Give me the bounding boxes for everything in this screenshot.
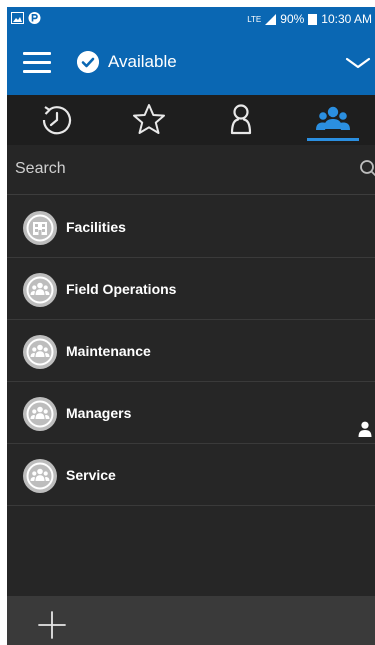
- image-icon: [11, 12, 24, 24]
- group-name: Facilities: [66, 219, 126, 235]
- group-name: Service: [66, 467, 116, 483]
- app-header: Available: [7, 33, 375, 95]
- battery-icon: [308, 13, 318, 25]
- signal-icon: [265, 13, 277, 25]
- star-icon: [133, 104, 165, 134]
- list-item-field-operations[interactable]: Field Operations: [7, 258, 375, 320]
- list-item-facilities[interactable]: Facilities: [7, 196, 375, 258]
- search-bar: [7, 145, 375, 195]
- group-icon: [316, 106, 350, 130]
- group-name: Managers: [66, 405, 132, 421]
- group-icon: [23, 273, 57, 307]
- group-icon: [23, 397, 57, 431]
- chevron-down-icon[interactable]: [345, 53, 371, 73]
- group-icon: [23, 459, 57, 493]
- p-badge-icon: [28, 12, 41, 24]
- search-icon[interactable]: [359, 159, 375, 179]
- tab-groups[interactable]: [287, 95, 375, 145]
- tab-recent[interactable]: [11, 95, 103, 145]
- facility-group-icon: [23, 211, 57, 245]
- network-type: LTE: [247, 14, 262, 24]
- tab-contacts[interactable]: [195, 95, 287, 145]
- person-icon: [358, 421, 372, 437]
- battery-percent: 90%: [280, 12, 305, 26]
- add-icon[interactable]: [37, 610, 67, 640]
- list-item-managers[interactable]: Managers: [7, 382, 375, 444]
- menu-icon[interactable]: [23, 52, 51, 74]
- tab-favorites[interactable]: [103, 95, 195, 145]
- group-name: Maintenance: [66, 343, 151, 359]
- group-name: Field Operations: [66, 281, 177, 297]
- group-icon: [23, 335, 57, 369]
- person-icon: [230, 104, 252, 135]
- search-input[interactable]: [7, 145, 347, 193]
- list-item-maintenance[interactable]: Maintenance: [7, 320, 375, 382]
- list-item-service[interactable]: Service: [7, 444, 375, 506]
- bottom-bar: [7, 596, 375, 645]
- check-circle-icon[interactable]: [77, 51, 99, 73]
- tab-bar: [7, 95, 375, 145]
- availability-status[interactable]: Available: [108, 51, 177, 73]
- status-bar: LTE 90% 10:30 AM: [7, 7, 375, 33]
- active-tab-indicator: [307, 138, 359, 141]
- group-list: Facilities Field Operations Maintenance: [7, 196, 375, 506]
- history-icon: [42, 106, 72, 135]
- app-screen: LTE 90% 10:30 AM Available Search Facili…: [7, 7, 375, 645]
- clock: 10:30 AM: [321, 12, 372, 26]
